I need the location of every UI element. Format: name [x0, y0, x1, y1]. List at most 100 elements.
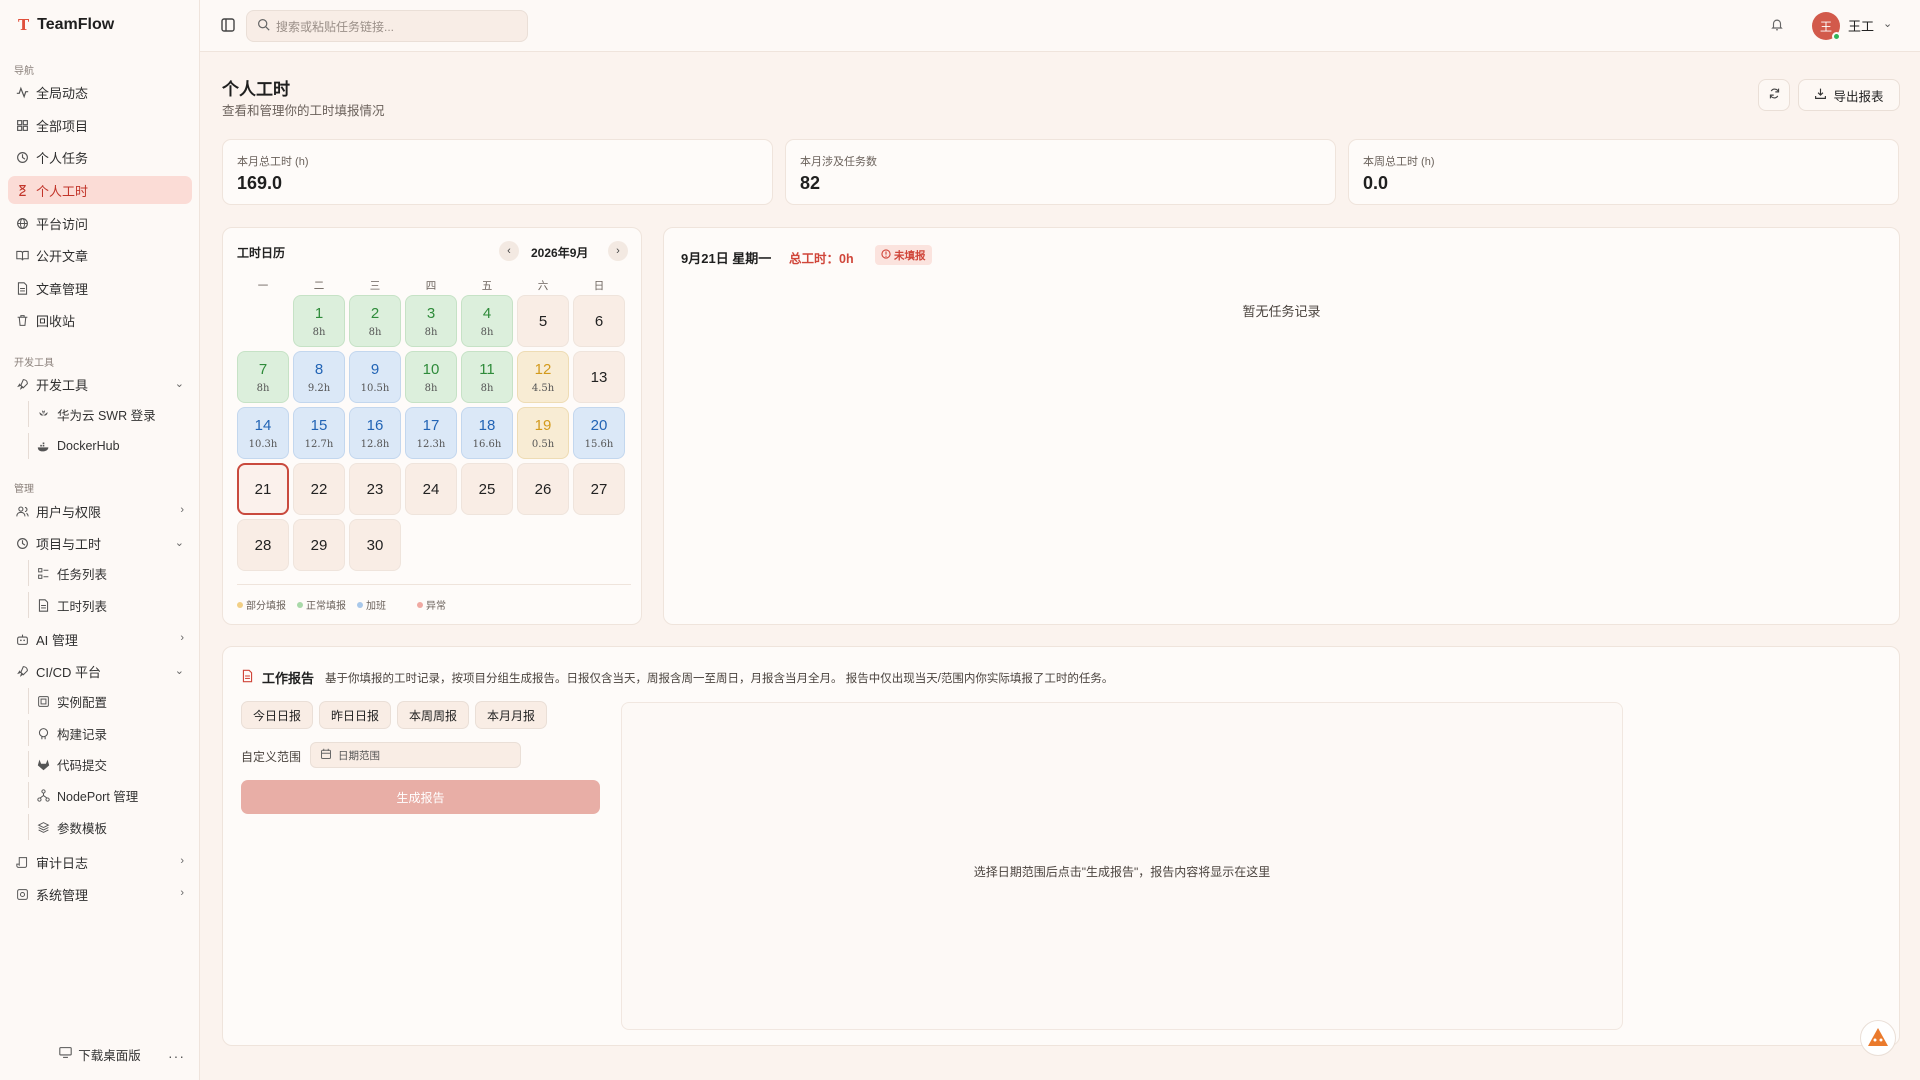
day-number: 28 [254, 536, 272, 554]
day-number: 2 [370, 304, 380, 322]
sidebar-item-builds[interactable]: 构建记录 [28, 720, 192, 746]
brand[interactable]: T TeamFlow [18, 15, 114, 35]
sidebar-item-params[interactable]: 参数模板 [28, 814, 192, 840]
calendar-day[interactable]: 10 8h [405, 351, 457, 403]
calendar-day[interactable]: 11 8h [461, 351, 513, 403]
sidebar-item-cicd[interactable]: CI/CD 平台 ⌄ [8, 657, 192, 685]
calendar-day[interactable]: 12 4.5h [517, 351, 569, 403]
calendar-day[interactable]: 5 [517, 295, 569, 347]
sidebar-item-nodeport[interactable]: NodePort 管理 [28, 782, 192, 808]
calendar-day[interactable]: 14 10.3h [237, 407, 289, 459]
day-hours: 15.6h [584, 438, 614, 450]
chevron-down-icon[interactable]: ⌄ [1883, 17, 1892, 30]
sidebar-item-task-list[interactable]: 任务列表 [28, 560, 192, 586]
calendar-day[interactable]: 8 9.2h [293, 351, 345, 403]
day-hours: 12.7h [304, 438, 334, 450]
monthly-report-button[interactable]: 本月月报 [475, 701, 548, 729]
sidebar-item-proj-hours[interactable]: 项目与工时 ⌄ [8, 529, 192, 557]
layers-icon [37, 821, 50, 834]
sidebar-item-ai[interactable]: AI 管理 › [8, 625, 192, 653]
yesterday-daily-button[interactable]: 昨日日报 [319, 701, 392, 729]
sidebar-item-article-mgmt[interactable]: 文章管理 [8, 274, 192, 302]
sidebar-item-users[interactable]: 用户与权限 › [8, 497, 192, 525]
generate-report-button[interactable]: 生成报告 [241, 780, 600, 814]
today-daily-button[interactable]: 今日日报 [241, 701, 314, 729]
day-hours: 12.3h [416, 438, 446, 450]
sidebar-item-hour-list[interactable]: 工时列表 [28, 592, 192, 618]
calendar-day[interactable]: 26 [517, 463, 569, 515]
calendar-day[interactable]: 29 [293, 519, 345, 571]
day-hours: 16.6h [472, 438, 502, 450]
prev-month-button[interactable]: ‹ [499, 241, 519, 261]
bell-icon[interactable] [1770, 17, 1784, 35]
day-number: 1 [314, 304, 324, 322]
calendar-day[interactable]: 1 8h [293, 295, 345, 347]
sidebar-item-system[interactable]: 系统管理 › [8, 880, 192, 908]
sidebar-item-audit[interactable]: 审计日志 › [8, 848, 192, 876]
day-hours: 10.3h [248, 438, 278, 450]
sidebar-item-label: 个人工时 [36, 183, 89, 199]
day-number: 23 [366, 480, 384, 498]
legend-item: 异常 [417, 597, 446, 612]
day-hours: 8h [368, 326, 382, 338]
grid-icon [16, 119, 29, 132]
calendar-day[interactable]: 22 [293, 463, 345, 515]
calendar-day[interactable]: 3 8h [405, 295, 457, 347]
sidebar-item-timesheet[interactable]: 个人工时 [8, 176, 192, 204]
calendar-day[interactable]: 6 [573, 295, 625, 347]
legend-label: 异常 [426, 601, 446, 612]
sidebar-item-label: 回收站 [36, 313, 76, 329]
divider [237, 584, 631, 585]
refresh-button[interactable] [1758, 79, 1790, 111]
sidebar-item-tasks[interactable]: 个人任务 [8, 143, 192, 171]
sidebar-item-instances[interactable]: 实例配置 [28, 688, 192, 714]
sidebar-item-trash[interactable]: 回收站 [8, 306, 192, 334]
calendar-day[interactable]: 24 [405, 463, 457, 515]
calendar-day[interactable]: 30 [349, 519, 401, 571]
day-number: 30 [366, 536, 384, 554]
sidebar-item-dockerhub[interactable]: DockerHub [28, 433, 192, 459]
calendar-day[interactable]: 25 [461, 463, 513, 515]
calendar-day[interactable]: 15 12.7h [293, 407, 345, 459]
sidebar-item-label: 文章管理 [36, 281, 89, 297]
calendar-day[interactable]: 16 12.8h [349, 407, 401, 459]
sidebar-item-activity[interactable]: 全局动态 [8, 78, 192, 106]
calendar-day[interactable]: 2 8h [349, 295, 401, 347]
custom-range-label: 自定义范围 [241, 750, 302, 764]
export-report-button[interactable]: 导出报表 [1798, 79, 1900, 111]
weekly-report-button[interactable]: 本周周报 [397, 701, 470, 729]
date-range-picker[interactable]: 日期范围 [310, 742, 521, 768]
status-badge-label: 未填报 [894, 249, 926, 262]
calendar-day[interactable]: 17 12.3h [405, 407, 457, 459]
user-name[interactable]: 王工 [1848, 16, 1874, 35]
work-report-panel: 工作报告 基于你填报的工时记录，按项目分组生成报告。日报仅含当天，周报含周一至周… [222, 646, 1900, 1046]
calendar-day[interactable]: 28 [237, 519, 289, 571]
sidebar-item-commits[interactable]: 代码提交 [28, 751, 192, 777]
calendar-day[interactable]: 9 10.5h [349, 351, 401, 403]
calendar-day[interactable]: 13 [573, 351, 625, 403]
day-hours: 8h [424, 326, 438, 338]
search-input[interactable]: 搜索或粘贴任务链接... [246, 10, 528, 42]
next-month-button[interactable]: › [608, 241, 628, 261]
calendar-day[interactable]: 21 [237, 463, 289, 515]
calendar-day[interactable]: 18 16.6h [461, 407, 513, 459]
sidebar-item-platform[interactable]: 平台访问 [8, 209, 192, 237]
day-number: 12 [534, 360, 552, 378]
calendar-day[interactable]: 20 15.6h [573, 407, 625, 459]
sidebar-item-projects[interactable]: 全部项目 [8, 111, 192, 139]
calendar-day[interactable]: 19 0.5h [517, 407, 569, 459]
sidebar-toggle-icon[interactable] [220, 17, 236, 33]
sidebar-item-devtools[interactable]: 开发工具 ⌄ [8, 370, 192, 398]
day-number: 24 [422, 480, 440, 498]
teamflow-logo-icon: T [18, 16, 30, 34]
calendar-day[interactable]: 23 [349, 463, 401, 515]
calendar-day[interactable]: 4 8h [461, 295, 513, 347]
day-hours: 0.5h [531, 438, 555, 450]
day-hours: 10.5h [360, 382, 390, 394]
sidebar-item-huawei-swr[interactable]: 华为云 SWR 登录 [28, 401, 192, 427]
calendar-day[interactable]: 7 8h [237, 351, 289, 403]
more-options-icon[interactable]: ··· [168, 1048, 185, 1064]
sidebar-item-articles[interactable]: 公开文章 [8, 241, 192, 269]
assistant-fab-button[interactable] [1860, 1020, 1896, 1056]
calendar-day[interactable]: 27 [573, 463, 625, 515]
